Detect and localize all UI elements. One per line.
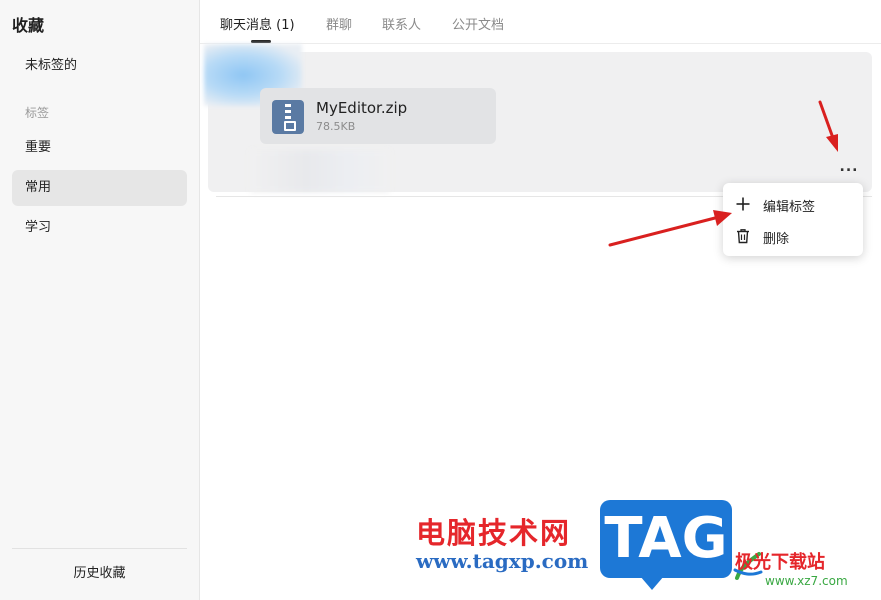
- tab-contacts[interactable]: 联系人: [382, 14, 421, 33]
- watermark-site-url: www.xz7.com: [765, 574, 848, 588]
- menu-item-label: 删除: [763, 232, 790, 247]
- watermark-brand-cn: 电脑技术网: [416, 516, 572, 550]
- sidebar-title: 收藏: [12, 16, 45, 35]
- plus-icon: [736, 197, 750, 211]
- menu-item-edit-tags[interactable]: 编辑标签: [723, 188, 863, 220]
- tab-chat-messages[interactable]: 聊天消息 (1): [220, 14, 295, 33]
- menu-item-label: 编辑标签: [763, 200, 816, 215]
- tags-section-header: 标签: [25, 106, 50, 120]
- sidebar-item-study[interactable]: 学习: [12, 210, 187, 246]
- sidebar: 收藏 未标签的 标签 重要 常用 学习 历史收藏: [0, 0, 200, 600]
- file-name: MyEditor.zip: [316, 99, 408, 117]
- arrow-to-edit-tags: [608, 210, 732, 247]
- watermark-tag-logo: TAG: [600, 500, 732, 590]
- zip-file-icon: [272, 100, 304, 134]
- active-tab-indicator: [251, 40, 271, 43]
- file-size: 78.5KB: [316, 120, 356, 133]
- sender-info-blurred: [250, 150, 390, 192]
- history-favorites-button[interactable]: 历史收藏: [12, 562, 187, 581]
- sidebar-divider: [12, 548, 187, 549]
- sidebar-item-important[interactable]: 重要: [12, 130, 187, 166]
- menu-item-delete[interactable]: 删除: [723, 220, 863, 252]
- sidebar-item-untagged[interactable]: 未标签的: [12, 48, 187, 84]
- tab-public-docs[interactable]: 公开文档: [452, 14, 504, 33]
- favorites-window: 收藏 未标签的 标签 重要 常用 学习 历史收藏 聊天消息 (1) 群聊 联系人…: [0, 0, 881, 600]
- tab-bar: 聊天消息 (1) 群聊 联系人 公开文档: [200, 0, 881, 44]
- sidebar-item-common[interactable]: 常用: [12, 170, 187, 206]
- watermark-site-cn: 极光下载站: [735, 552, 825, 573]
- more-options-button[interactable]: ...: [838, 160, 860, 174]
- tab-group-chats[interactable]: 群聊: [326, 14, 352, 33]
- watermark-url: www.tagxp.com: [416, 549, 589, 573]
- context-menu: 编辑标签 删除: [723, 183, 863, 256]
- trash-icon: [737, 229, 749, 244]
